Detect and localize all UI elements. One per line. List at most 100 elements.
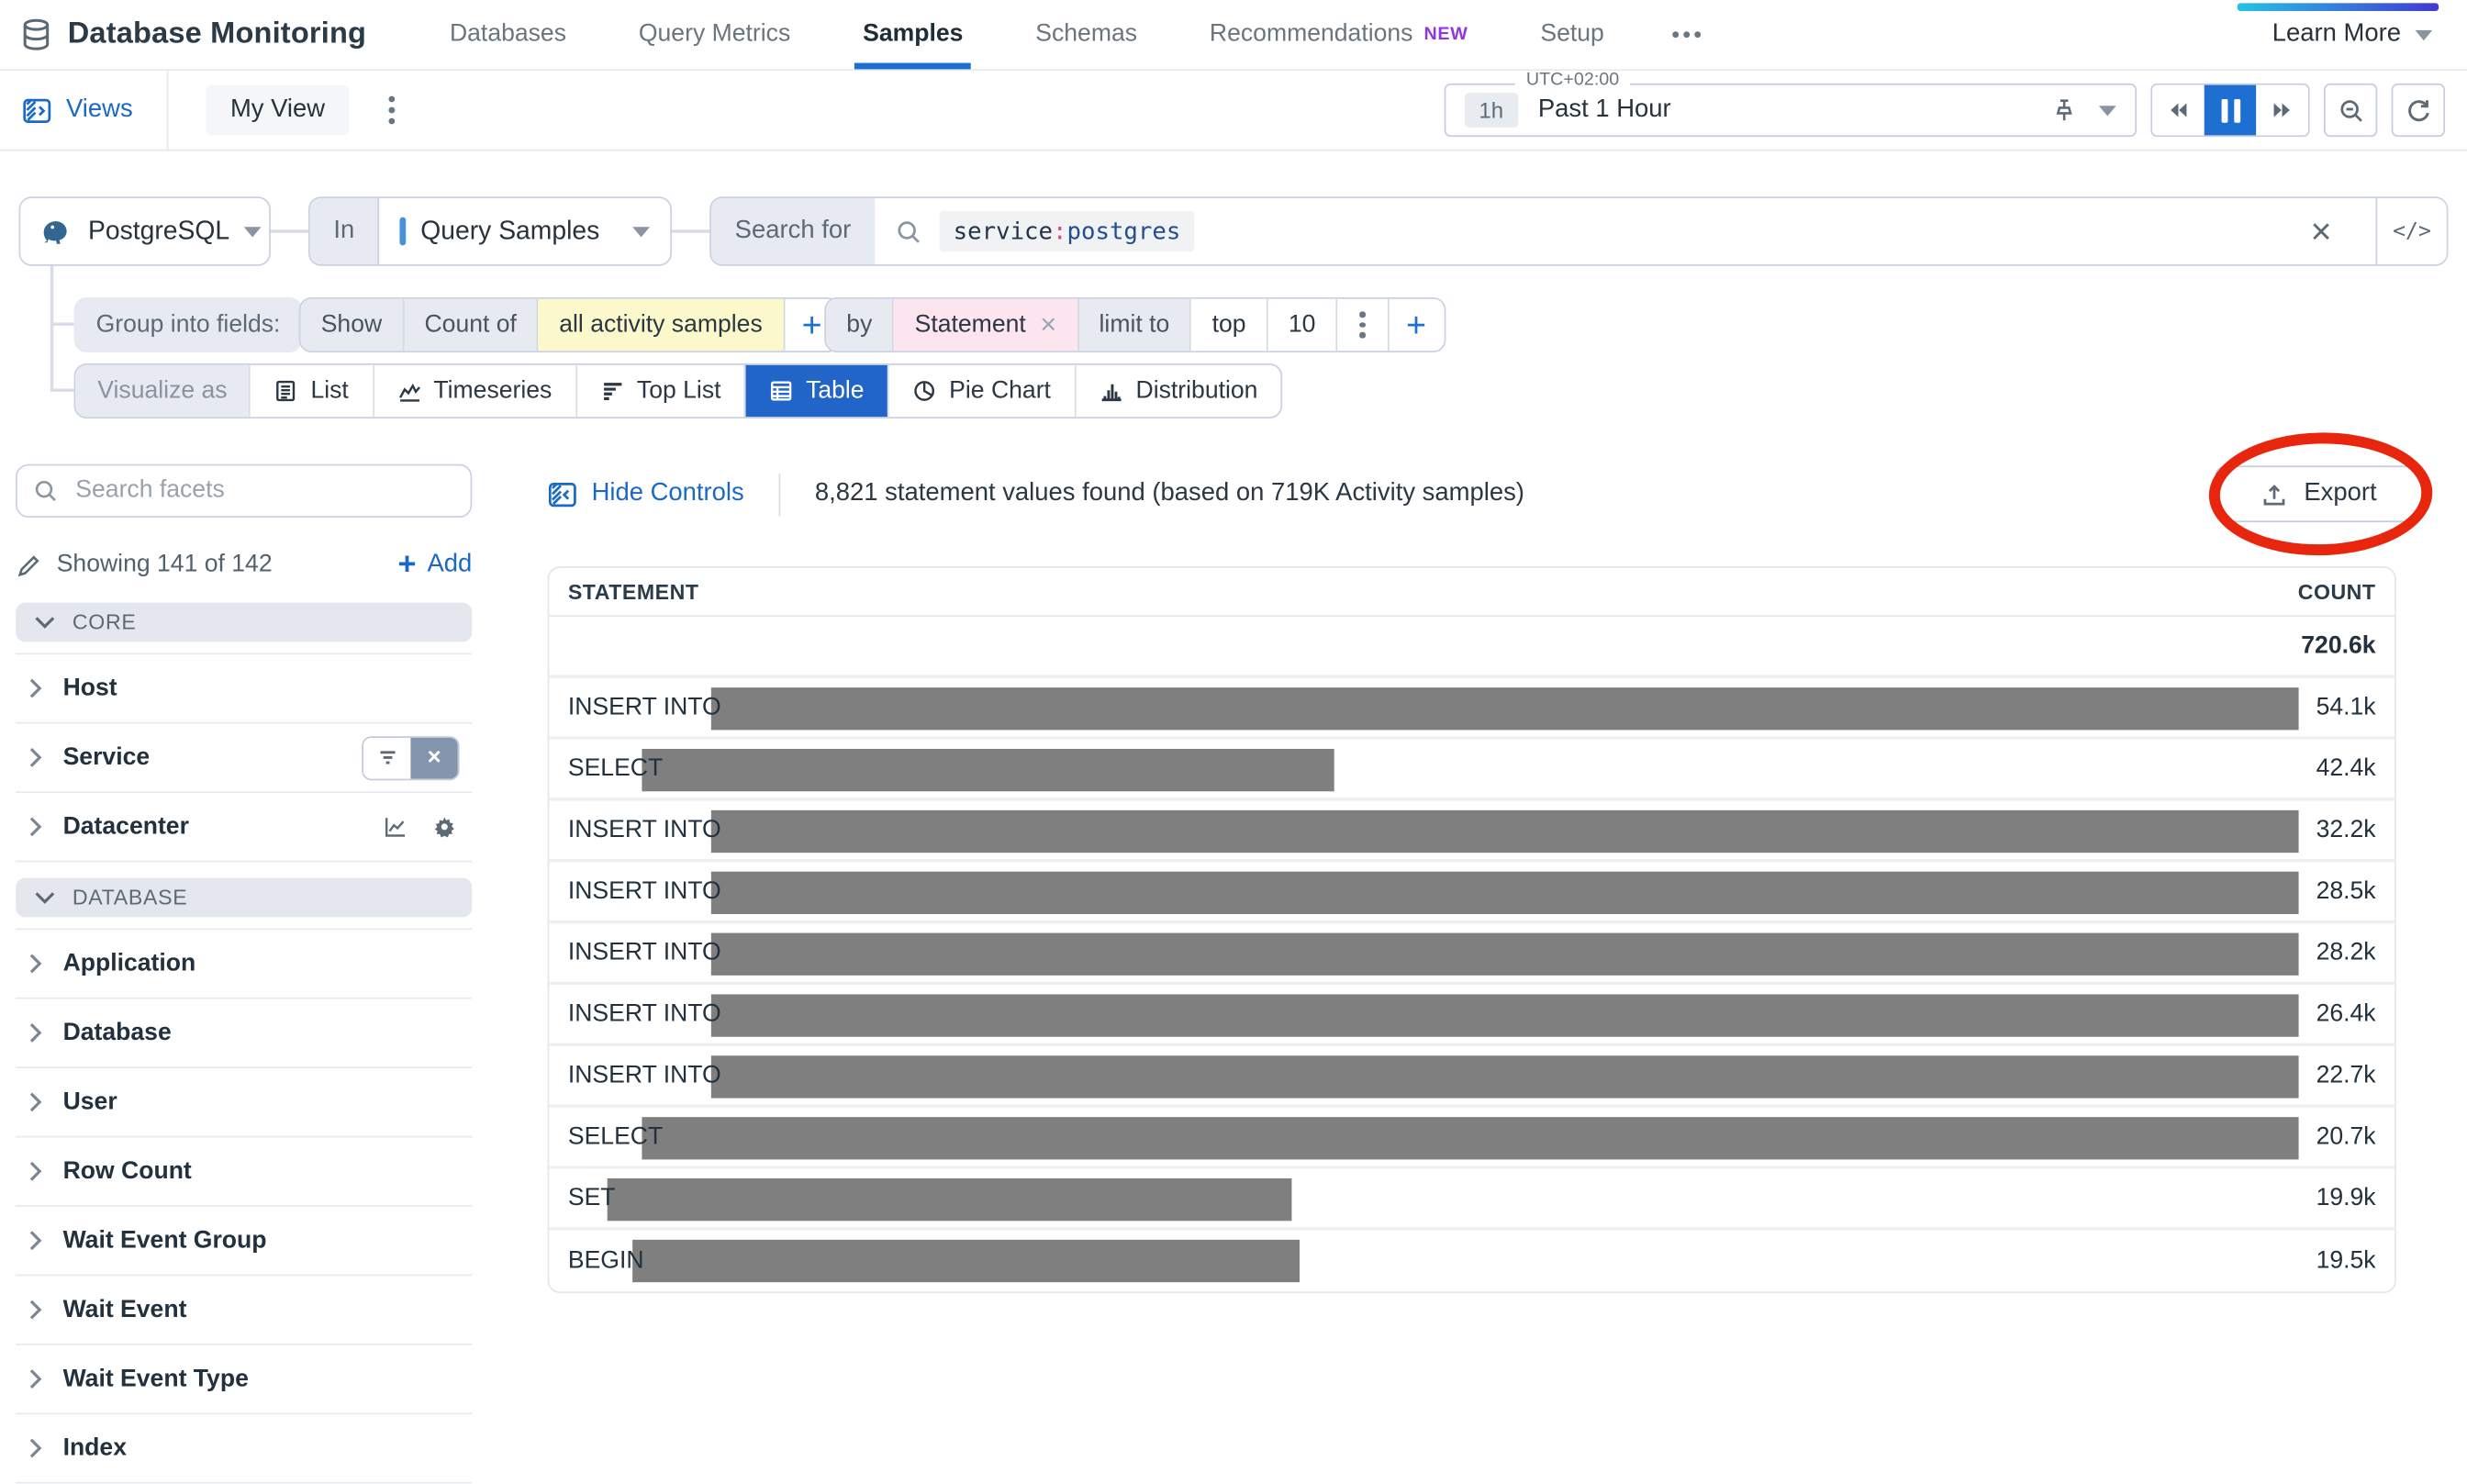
tab-databases[interactable]: Databases [414, 0, 603, 69]
pin-icon[interactable] [2051, 97, 2076, 122]
facet-count-text: Showing 141 of 142 [57, 551, 273, 579]
current-view-name[interactable]: My View [207, 85, 349, 136]
count-value: 26.4k [2316, 999, 2376, 1028]
tab-label: Setup [1540, 20, 1603, 49]
viz-option-timeseries[interactable]: Timeseries [373, 365, 576, 418]
facet-label: Datacenter [63, 812, 189, 841]
hide-controls-button[interactable]: Hide Controls [548, 479, 744, 509]
facet-search-input[interactable] [73, 475, 455, 507]
results-table: STATEMENT COUNT 720.6kINSERT INTO54.1kSE… [548, 566, 2396, 1293]
nav-overflow-icon[interactable] [1640, 31, 1731, 38]
viz-option-table[interactable]: Table [744, 365, 887, 418]
count-value: 28.2k [2316, 939, 2376, 967]
facet-row-service[interactable]: Service× [16, 724, 472, 793]
query-filter-token[interactable]: service:postgres [939, 211, 1195, 252]
chevron-right-icon [28, 747, 42, 767]
facet-group-header-core[interactable]: CORE [16, 603, 472, 642]
groupby-options-kebab-icon[interactable] [1337, 299, 1389, 351]
gear-icon[interactable] [432, 815, 456, 839]
clear-filter-icon[interactable]: × [410, 737, 457, 778]
table-row[interactable]: SELECT20.7k [549, 1108, 2394, 1169]
code-view-toggle[interactable]: </> [2376, 198, 2447, 264]
facet-rows-core: Host Service× Datacenter [16, 653, 472, 862]
search-input[interactable]: service:postgres × [875, 198, 2376, 264]
zoom-out-button[interactable] [2324, 84, 2377, 137]
nav-tabs: DatabasesQuery MetricsSamplesSchemasReco… [414, 0, 1641, 69]
count-value: 54.1k [2316, 693, 2376, 721]
facet-row-wait-event-type[interactable]: Wait Event Type [16, 1345, 472, 1414]
table-row[interactable]: INSERT INTO32.2k [549, 801, 2394, 863]
table-row[interactable]: SET19.9k [549, 1169, 2394, 1231]
pie-icon [913, 379, 937, 403]
remove-groupby-icon[interactable]: × [1040, 308, 1056, 341]
pause-button[interactable] [2205, 85, 2257, 136]
table-row[interactable]: INSERT INTO28.5k [549, 862, 2394, 923]
add-facet-button[interactable]: + Add [397, 547, 472, 583]
pause-icon [2221, 98, 2240, 122]
tab-schemas[interactable]: Schemas [999, 0, 1174, 69]
tab-samples[interactable]: Samples [827, 0, 999, 69]
facet-group-header-database[interactable]: DATABASE [16, 878, 472, 918]
statement-label: SET [568, 1184, 616, 1212]
facet-row-wait-event-group[interactable]: Wait Event Group [16, 1207, 472, 1276]
view-options-kebab-icon[interactable] [378, 86, 403, 133]
top-selector[interactable]: top [1191, 299, 1267, 351]
timeseries-icon[interactable] [384, 815, 407, 839]
facet-row-datacenter[interactable]: Datacenter [16, 793, 472, 862]
groupby-value[interactable]: Statement × [894, 299, 1078, 351]
chevron-down-icon[interactable] [2099, 105, 2116, 116]
viz-option-label: Timeseries [433, 377, 552, 406]
table-row[interactable]: INSERT INTO26.4k [549, 985, 2394, 1046]
tab-setup[interactable]: Setup [1504, 0, 1640, 69]
facet-filter-badge: × [362, 735, 459, 779]
datasource-dropdown[interactable]: PostgreSQL [19, 196, 271, 265]
table-row[interactable]: 720.6k [549, 617, 2394, 678]
table-row[interactable]: INSERT INTO28.2k [549, 923, 2394, 985]
facet-label: Database [63, 1019, 172, 1047]
filter-icon[interactable] [363, 737, 410, 778]
facet-row-wait-event[interactable]: Wait Event [16, 1276, 472, 1345]
dataset-selector[interactable]: In Query Samples [308, 196, 672, 265]
show-label: Show [300, 299, 404, 351]
table-row[interactable]: BEGIN19.5k [549, 1231, 2394, 1292]
viz-option-label: Top List [637, 377, 721, 406]
chevron-down-icon [632, 226, 650, 237]
facet-row-index[interactable]: Index [16, 1414, 472, 1483]
table-row[interactable]: INSERT INTO 54.1k [549, 678, 2394, 740]
time-backward-button[interactable] [2152, 85, 2205, 136]
facet-row-host[interactable]: Host [16, 654, 472, 723]
facet-row-application[interactable]: Application [16, 930, 472, 999]
limit-value[interactable]: 10 [1268, 299, 1338, 351]
facet-label: Host [63, 675, 117, 703]
table-body: 720.6kINSERT INTO54.1kSELECT42.4kINSERT … [549, 617, 2394, 1291]
facet-label: Row Count [63, 1157, 192, 1186]
views-button[interactable]: Views [0, 71, 169, 150]
table-row[interactable]: INSERT INTO22.7k [549, 1046, 2394, 1108]
add-groupby-button[interactable]: + [1389, 299, 1444, 351]
time-forward-button[interactable] [2256, 85, 2308, 136]
facet-meta-row: Showing 141 of 142 + Add [16, 542, 472, 586]
edit-facets-pencil-icon[interactable] [16, 552, 42, 578]
facet-row-row-count[interactable]: Row Count [16, 1137, 472, 1206]
learn-more-button[interactable]: Learn More [2272, 20, 2433, 49]
time-range-selector[interactable]: UTC+02:00 1h Past 1 Hour [1445, 84, 2137, 137]
tab-query-metrics[interactable]: Query Metrics [602, 0, 826, 69]
database-monitoring-page: Database Monitoring DatabasesQuery Metri… [0, 0, 2467, 1432]
dataset-dropdown[interactable]: Query Samples [380, 217, 671, 247]
facet-row-user[interactable]: User [16, 1068, 472, 1137]
statement-label: INSERT INTO [568, 693, 721, 721]
clear-search-icon[interactable]: × [2287, 213, 2355, 249]
viz-option-top-list[interactable]: Top List [575, 365, 744, 418]
facet-search[interactable] [16, 464, 472, 518]
viz-option-pie-chart[interactable]: Pie Chart [887, 365, 1074, 418]
chevron-right-icon [28, 1161, 42, 1181]
table-row[interactable]: SELECT42.4k [549, 740, 2394, 801]
facet-row-database[interactable]: Database [16, 999, 472, 1068]
measure-value[interactable]: all activity samples [539, 299, 785, 351]
viz-option-distribution[interactable]: Distribution [1075, 365, 1281, 418]
refresh-button[interactable] [2392, 84, 2445, 137]
tab-recommendations[interactable]: RecommendationsNEW [1173, 0, 1503, 69]
viz-option-list[interactable]: List [250, 365, 373, 418]
export-button[interactable]: Export [2216, 465, 2423, 522]
list-icon [274, 379, 298, 403]
